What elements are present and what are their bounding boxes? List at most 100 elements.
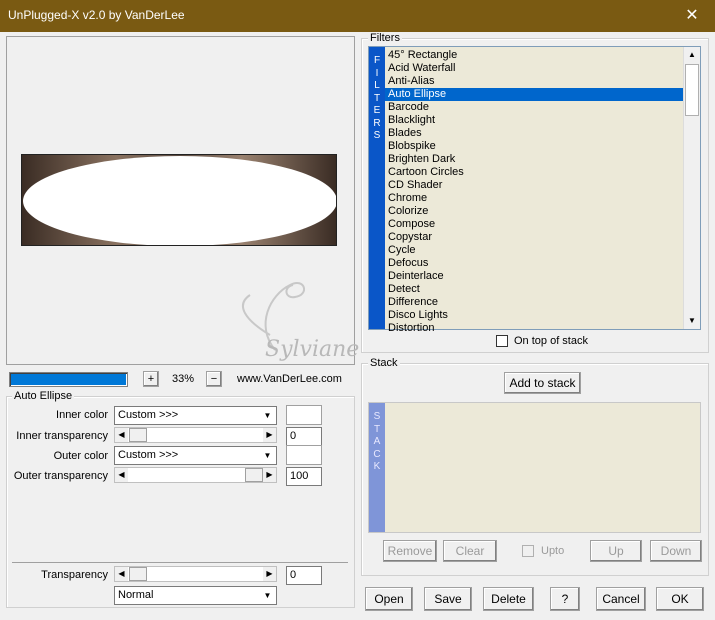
- filter-list-item[interactable]: Blacklight: [385, 114, 685, 127]
- blend-mode-dropdown[interactable]: Normal ▼: [114, 586, 277, 605]
- cancel-button[interactable]: Cancel: [596, 587, 646, 611]
- slider-knob[interactable]: [129, 428, 147, 442]
- outer-transparency-slider[interactable]: ◀ ▶: [114, 467, 277, 483]
- strip-letter: L: [374, 80, 380, 91]
- inner-transparency-input[interactable]: 0: [286, 427, 322, 446]
- strip-letter: C: [373, 448, 381, 460]
- filter-list-item[interactable]: Blades: [385, 127, 685, 140]
- filter-list-item[interactable]: Brighten Dark: [385, 153, 685, 166]
- strip-letter: T: [373, 92, 381, 104]
- inner-transparency-label: Inner transparency: [16, 430, 108, 442]
- filters-scrollbar[interactable]: ▲ ▼: [683, 47, 700, 329]
- filters-strip: FILTERS: [369, 47, 385, 329]
- chevron-down-icon: ▼: [263, 451, 272, 460]
- strip-letter: R: [373, 117, 381, 129]
- filter-items: 45° Rectangle Acid Waterfall Anti-Alias Aut…: [385, 49, 685, 335]
- watermark-text: Sylviane: [265, 337, 360, 362]
- stack-list[interactable]: STACK: [368, 402, 701, 533]
- stack-strip: STACK: [369, 403, 385, 532]
- outer-color-swatch[interactable]: [286, 445, 322, 465]
- chevron-down-icon: ▼: [263, 411, 272, 420]
- filter-list-item[interactable]: Distortion: [385, 322, 685, 335]
- slider-knob[interactable]: [129, 567, 147, 581]
- slider-knob[interactable]: [245, 468, 263, 482]
- zoom-out-button[interactable]: −: [206, 371, 222, 387]
- filter-list-item[interactable]: Auto Ellipse: [385, 88, 685, 101]
- transparency-slider[interactable]: ◀ ▶: [114, 566, 277, 582]
- preview-image: [21, 154, 337, 246]
- scroll-thumb[interactable]: [685, 64, 699, 116]
- scroll-down-icon[interactable]: ▼: [684, 313, 700, 329]
- add-to-stack-button[interactable]: Add to stack: [504, 372, 581, 394]
- filter-list-item[interactable]: Defocus: [385, 257, 685, 270]
- strip-letter: A: [373, 436, 381, 447]
- outer-transparency-label: Outer transparency: [13, 470, 108, 482]
- upto-checkbox[interactable]: [522, 545, 534, 557]
- filter-list-item[interactable]: Blobspike: [385, 140, 685, 153]
- filter-list-item[interactable]: Disco Lights: [385, 309, 685, 322]
- filter-list-item[interactable]: Copystar: [385, 231, 685, 244]
- inner-color-dropdown[interactable]: Custom >>> ▼: [114, 406, 277, 425]
- divider: [12, 562, 348, 563]
- window-title: UnPlugged-X v2.0 by VanDerLee: [8, 8, 185, 22]
- strip-letter: T: [373, 423, 381, 435]
- website-link[interactable]: www.VanDerLee.com: [237, 373, 342, 385]
- help-button[interactable]: ?: [550, 587, 580, 611]
- slider-right-icon[interactable]: ▶: [263, 567, 276, 581]
- filter-list-item[interactable]: Acid Waterfall: [385, 62, 685, 75]
- open-button[interactable]: Open: [365, 587, 413, 611]
- preview-ellipse: [23, 156, 336, 245]
- outer-color-label: Outer color: [53, 450, 108, 462]
- strip-letter: S: [373, 411, 381, 422]
- down-button[interactable]: Down: [650, 540, 702, 562]
- up-button[interactable]: Up: [590, 540, 642, 562]
- blend-mode-value: Normal: [118, 589, 154, 601]
- progress-fill: [11, 374, 126, 385]
- filters-group-label: Filters: [368, 32, 402, 44]
- inner-color-label: Inner color: [56, 409, 108, 421]
- transparency-input[interactable]: 0: [286, 566, 322, 585]
- on-top-checkbox[interactable]: [496, 335, 508, 347]
- filter-list-item[interactable]: Chrome: [385, 192, 685, 205]
- slider-left-icon[interactable]: ◀: [115, 428, 128, 442]
- stack-group-label: Stack: [368, 357, 400, 369]
- strip-letter: I: [375, 67, 379, 79]
- filters-list[interactable]: FILTERS 45° Rectangle Acid Waterfall Anti-…: [368, 46, 701, 334]
- progress-bar: [9, 372, 128, 387]
- inner-color-swatch[interactable]: [286, 405, 322, 425]
- scroll-up-icon[interactable]: ▲: [684, 47, 700, 63]
- filter-list-item[interactable]: Barcode: [385, 101, 685, 114]
- save-button[interactable]: Save: [424, 587, 472, 611]
- upto-label: Upto: [541, 545, 565, 557]
- filter-list-item[interactable]: Detect: [385, 283, 685, 296]
- close-icon[interactable]: ✕: [669, 0, 715, 32]
- watermark: Sylviane: [205, 265, 365, 375]
- filter-list-item[interactable]: Cartoon Circles: [385, 166, 685, 179]
- chevron-down-icon: ▼: [263, 591, 272, 600]
- filter-list-item[interactable]: Anti-Alias: [385, 75, 685, 88]
- zoom-in-button[interactable]: +: [143, 371, 159, 387]
- remove-button[interactable]: Remove: [383, 540, 437, 562]
- slider-left-icon[interactable]: ◀: [115, 567, 128, 581]
- clear-button[interactable]: Clear: [443, 540, 497, 562]
- filter-list-item[interactable]: CD Shader: [385, 179, 685, 192]
- slider-right-icon[interactable]: ▶: [263, 468, 276, 482]
- outer-transparency-input[interactable]: 100: [286, 467, 322, 486]
- outer-color-dropdown[interactable]: Custom >>> ▼: [114, 446, 277, 465]
- title-bar: UnPlugged-X v2.0 by VanDerLee ✕: [0, 0, 715, 32]
- slider-right-icon[interactable]: ▶: [263, 428, 276, 442]
- on-top-label: On top of stack: [514, 335, 588, 347]
- filter-list-item[interactable]: Colorize: [385, 205, 685, 218]
- filter-list-item[interactable]: Difference: [385, 296, 685, 309]
- strip-letter: K: [373, 461, 381, 472]
- slider-left-icon[interactable]: ◀: [115, 468, 128, 482]
- filter-list-item[interactable]: Cycle: [385, 244, 685, 257]
- inner-transparency-slider[interactable]: ◀ ▶: [114, 427, 277, 443]
- params-group-label: Auto Ellipse: [12, 390, 75, 402]
- delete-button[interactable]: Delete: [483, 587, 534, 611]
- filter-list-item[interactable]: Compose: [385, 218, 685, 231]
- strip-letter: E: [373, 105, 381, 116]
- ok-button[interactable]: OK: [656, 587, 704, 611]
- filter-list-item[interactable]: Deinterlace: [385, 270, 685, 283]
- filter-list-item[interactable]: 45° Rectangle: [385, 49, 685, 62]
